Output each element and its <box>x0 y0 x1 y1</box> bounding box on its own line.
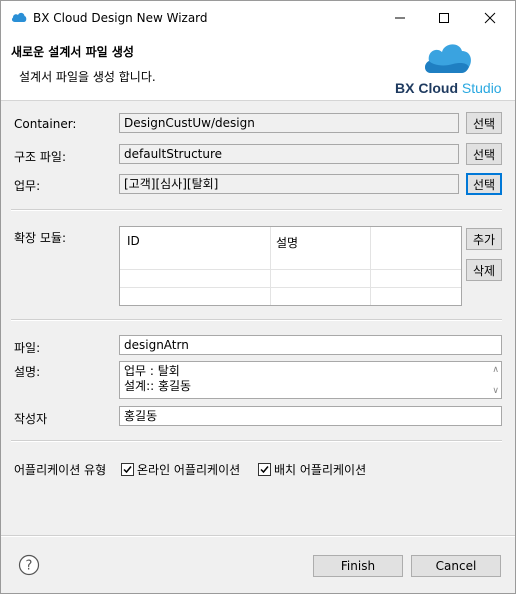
page-description: 설계서 파일을 생성 합니다. <box>19 70 156 84</box>
checkbox-checked-icon[interactable] <box>258 463 271 476</box>
description-textarea[interactable]: 업무 : 탈회 설계:: 홍길동 ∧ ∨ <box>119 361 502 399</box>
finish-button[interactable]: Finish <box>313 555 403 577</box>
container-label: Container: <box>14 117 77 131</box>
cancel-button[interactable]: Cancel <box>411 555 501 577</box>
description-label: 설명: <box>14 365 41 379</box>
separator <box>11 319 502 321</box>
footer-separator <box>1 535 515 537</box>
column-header-description[interactable]: 설명 <box>276 234 298 251</box>
modules-table[interactable]: ID 설명 <box>119 226 462 306</box>
separator <box>11 440 502 442</box>
structure-select-button[interactable]: 선택 <box>466 143 502 165</box>
container-select-button[interactable]: 선택 <box>466 112 502 134</box>
author-label: 작성자 <box>14 412 48 426</box>
file-name-input[interactable]: designAtrn <box>119 335 502 355</box>
minimize-button[interactable] <box>377 1 423 34</box>
cloud-app-icon <box>11 11 27 26</box>
scroll-up-icon[interactable]: ∧ <box>492 363 499 378</box>
modules-label: 확장 모듈: <box>14 231 67 245</box>
svg-text:?: ? <box>26 559 33 574</box>
cloud-logo-icon <box>423 39 473 78</box>
description-line: 업무 : 탈회 <box>124 364 180 378</box>
business-field[interactable]: [고객][심사][탈회] <box>119 174 459 194</box>
row-divider <box>120 269 461 270</box>
description-line: 설계:: 홍길동 <box>124 379 192 393</box>
app-type-label: 어플리케이션 유형 <box>14 463 107 477</box>
structure-field[interactable]: defaultStructure <box>119 144 459 164</box>
container-field[interactable]: DesignCustUw/design <box>119 113 459 133</box>
close-button[interactable] <box>467 1 513 34</box>
scroll-down-icon[interactable]: ∨ <box>492 384 499 399</box>
column-divider <box>370 227 371 305</box>
brand-logo-text: BX Cloud Studio <box>395 80 502 96</box>
checkbox-checked-icon[interactable] <box>121 463 134 476</box>
business-select-button[interactable]: 선택 <box>466 173 502 195</box>
maximize-button[interactable] <box>421 1 467 34</box>
business-label: 업무: <box>14 179 41 193</box>
delete-module-button[interactable]: 삭제 <box>466 259 502 281</box>
add-module-button[interactable]: 추가 <box>466 228 502 250</box>
page-title: 새로운 설계서 파일 생성 <box>11 45 134 59</box>
wizard-header: 새로운 설계서 파일 생성 설계서 파일을 생성 합니다. BX Cloud S… <box>1 34 515 101</box>
window-title: BX Cloud Design New Wizard <box>33 11 208 25</box>
online-app-checkbox[interactable]: 온라인 어플리케이션 <box>121 461 240 478</box>
separator <box>11 209 502 211</box>
batch-app-label[interactable]: 배치 어플리케이션 <box>274 461 366 478</box>
batch-app-checkbox[interactable]: 배치 어플리케이션 <box>258 461 366 478</box>
wizard-window: BX Cloud Design New Wizard 새로운 설계서 파일 생성… <box>0 0 516 594</box>
author-input[interactable]: 홍길동 <box>119 406 502 426</box>
structure-label: 구조 파일: <box>14 150 67 164</box>
row-divider <box>120 287 461 288</box>
online-app-label[interactable]: 온라인 어플리케이션 <box>137 461 240 478</box>
column-divider <box>270 227 271 305</box>
column-header-id[interactable]: ID <box>127 234 140 248</box>
title-bar: BX Cloud Design New Wizard <box>1 1 515 34</box>
help-icon[interactable]: ? <box>18 554 40 579</box>
file-label: 파일: <box>14 341 41 355</box>
